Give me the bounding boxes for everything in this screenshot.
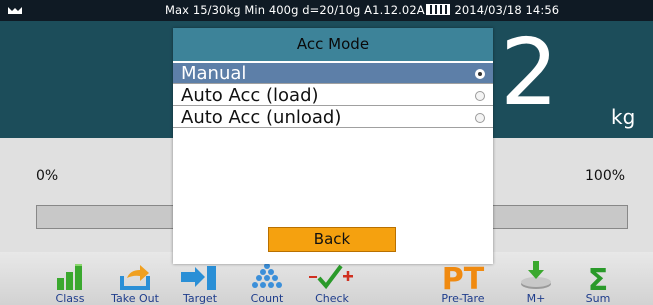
class-icon [57, 264, 82, 290]
signal-icon [8, 7, 22, 14]
check-label: Check [315, 292, 349, 305]
option-auto-acc-unload[interactable]: Auto Acc (unload) [173, 107, 493, 128]
progress-min-label: 0% [36, 168, 59, 184]
acc-mode-dialog: Acc Mode Manual Auto Acc (load) Auto Acc… [173, 28, 493, 264]
sum-button[interactable]: Σ Sum [563, 252, 633, 305]
radio-icon [475, 91, 485, 101]
weight-value: 2 [500, 19, 559, 126]
option-label: Auto Acc (unload) [181, 107, 342, 128]
status-datetime: 2014/03/18 14:56 [450, 3, 560, 17]
battery-icon [425, 4, 450, 15]
option-label: Auto Acc (load) [181, 85, 319, 106]
radio-icon [475, 113, 485, 123]
option-manual[interactable]: Manual [173, 63, 493, 84]
memory-add-icon [521, 261, 551, 289]
take-out-icon [120, 265, 150, 290]
radio-icon [475, 69, 485, 79]
status-text: Max 15/30kg Min 400g d=20/10g A1.12.02A [165, 3, 425, 17]
dialog-title: Acc Mode [173, 28, 493, 61]
status-bar: Max 15/30kg Min 400g d=20/10g A1.12.02A … [0, 0, 653, 21]
svg-text:Σ: Σ [588, 263, 609, 292]
back-button[interactable]: Back [268, 227, 396, 252]
option-auto-acc-load[interactable]: Auto Acc (load) [173, 85, 493, 106]
sum-icon: Σ [588, 263, 609, 292]
progress-max-label: 100% [585, 168, 626, 184]
option-label: Manual [181, 63, 247, 84]
weight-unit: kg [611, 105, 636, 129]
status-info: Max 15/30kg Min 400g d=20/10g A1.12.02A … [165, 3, 559, 17]
svg-text:PT: PT [442, 262, 485, 292]
sum-label: Sum [585, 292, 611, 305]
